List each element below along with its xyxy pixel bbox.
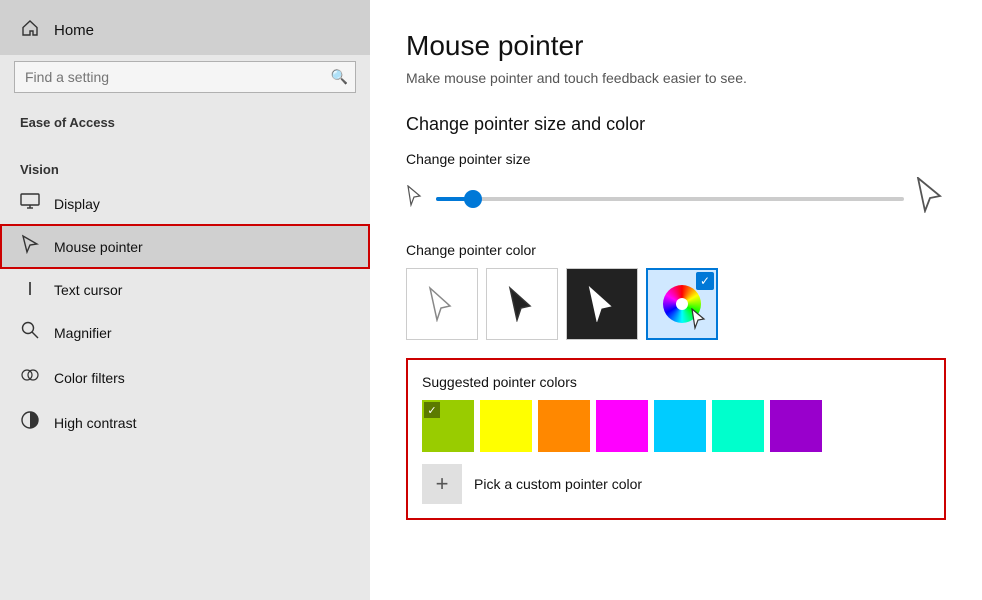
suggested-colors-row: ✓ (422, 400, 930, 452)
color-chip-2[interactable] (538, 400, 590, 452)
search-input[interactable] (14, 61, 356, 93)
magnifier-label: Magnifier (54, 325, 112, 341)
text-cursor-label: Text cursor (54, 282, 122, 298)
swatch-inverted[interactable] (566, 268, 638, 340)
sidebar-item-text-cursor[interactable]: I Text cursor (0, 269, 370, 310)
swatch-white[interactable] (406, 268, 478, 340)
display-label: Display (54, 196, 100, 212)
mouse-pointer-label: Mouse pointer (54, 239, 143, 255)
pointer-size-slider[interactable] (436, 197, 904, 201)
custom-color-row[interactable]: + Pick a custom pointer color (422, 464, 930, 504)
pointer-size-label: Change pointer size (406, 151, 946, 167)
text-cursor-icon: I (20, 279, 40, 300)
pointer-size-slider-row (406, 177, 946, 220)
home-label: Home (54, 22, 94, 39)
search-icon: 🔍 (331, 69, 348, 86)
search-container: 🔍 (14, 61, 356, 93)
sidebar-item-color-filters[interactable]: Color filters (0, 355, 370, 400)
pointer-color-swatches: ✓ (406, 268, 946, 340)
active-check-badge: ✓ (696, 272, 714, 290)
slider-thumb (464, 190, 482, 208)
suggested-label: Suggested pointer colors (422, 374, 930, 390)
color-filters-label: Color filters (54, 370, 125, 386)
color-chip-3[interactable] (596, 400, 648, 452)
section-heading: Change pointer size and color (406, 114, 946, 135)
color-chip-6[interactable] (770, 400, 822, 452)
suggested-colors-box: Suggested pointer colors ✓ + Pick a cust… (406, 358, 946, 520)
ease-of-access-label: Ease of Access (0, 107, 370, 136)
plus-icon: + (422, 464, 462, 504)
swatch-custom[interactable]: ✓ (646, 268, 718, 340)
high-contrast-label: High contrast (54, 415, 136, 431)
page-title: Mouse pointer (406, 30, 946, 62)
high-contrast-icon (20, 410, 40, 435)
cursor-small-icon (406, 185, 424, 212)
display-icon (20, 193, 40, 214)
color-chip-5[interactable] (712, 400, 764, 452)
home-nav-item[interactable]: Home (0, 0, 370, 55)
vision-label: Vision (0, 154, 370, 183)
swatch-black[interactable] (486, 268, 558, 340)
page-subtitle: Make mouse pointer and touch feedback ea… (406, 70, 946, 86)
sidebar-item-mouse-pointer[interactable]: Mouse pointer (0, 224, 370, 269)
home-icon (20, 18, 40, 43)
color-wheel-inner (676, 298, 688, 310)
mouse-pointer-icon (20, 234, 40, 259)
magnifier-icon (20, 320, 40, 345)
sidebar: Home 🔍 Ease of Access Vision Display Mou… (0, 0, 370, 600)
chip-check-0: ✓ (424, 402, 440, 418)
sidebar-item-display[interactable]: Display (0, 183, 370, 224)
main-content: Mouse pointer Make mouse pointer and tou… (370, 0, 982, 600)
custom-color-label: Pick a custom pointer color (474, 476, 642, 492)
color-filters-icon (20, 365, 40, 390)
sidebar-item-high-contrast[interactable]: High contrast (0, 400, 370, 445)
color-chip-4[interactable] (654, 400, 706, 452)
pointer-color-label: Change pointer color (406, 242, 946, 258)
color-chip-0[interactable]: ✓ (422, 400, 474, 452)
cursor-large-icon (916, 177, 946, 220)
color-chip-1[interactable] (480, 400, 532, 452)
sidebar-item-magnifier[interactable]: Magnifier (0, 310, 370, 355)
